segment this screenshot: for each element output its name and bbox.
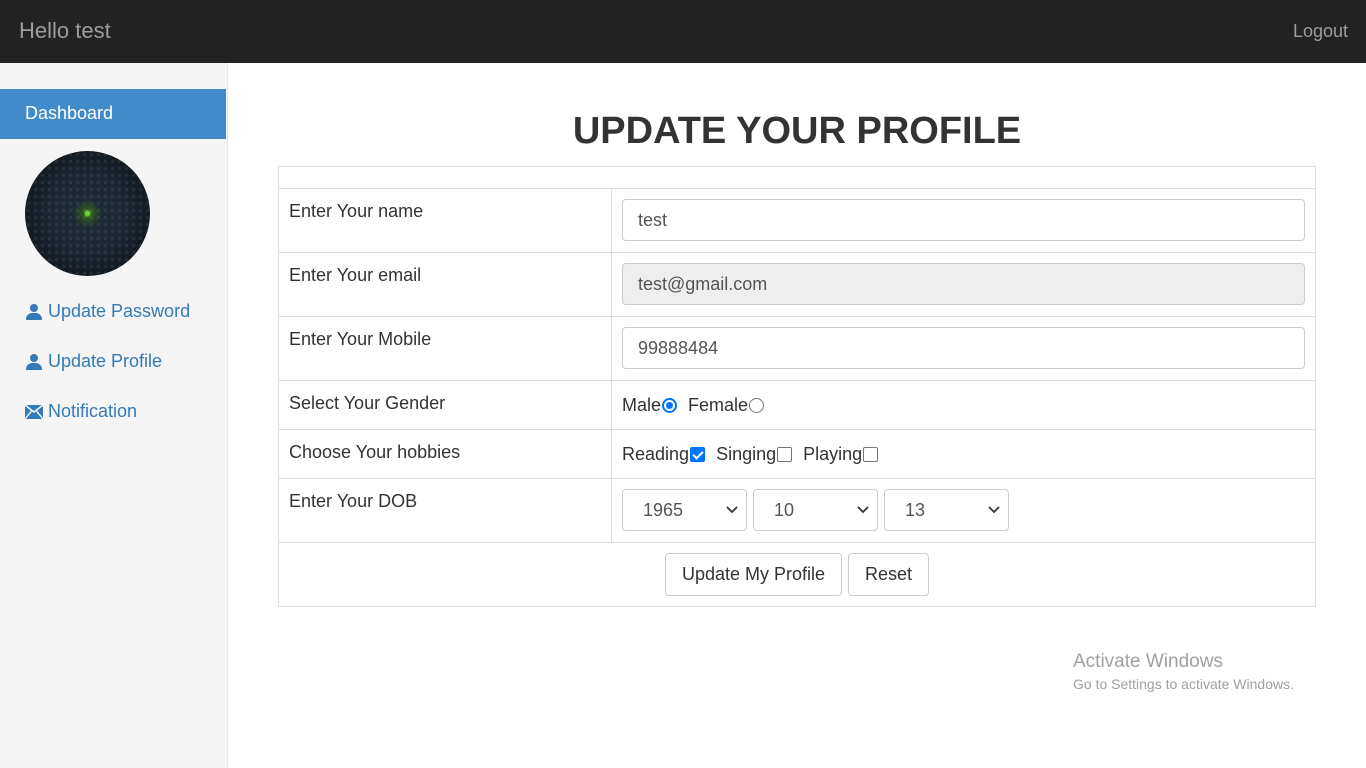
playing-checkbox[interactable] xyxy=(863,447,879,462)
gender-option-label: Female xyxy=(688,395,749,415)
table-header-row xyxy=(279,167,1315,188)
sidebar-item-update-profile[interactable]: Update Profile xyxy=(25,351,162,372)
table-row: Enter Your name xyxy=(279,188,1315,252)
hobby-option-label: Playing xyxy=(803,444,863,464)
page-title: UPDATE YOUR PROFILE xyxy=(572,110,1022,152)
dob-month-value: 10 xyxy=(774,499,795,520)
mobile-label: Enter Your Mobile xyxy=(279,317,612,380)
dob-day-value: 13 xyxy=(905,499,926,520)
hobby-option-reading[interactable]: Reading xyxy=(622,444,706,465)
email-cell xyxy=(612,253,1315,316)
hobbies-cell: Reading Singing Playing xyxy=(612,430,1315,478)
sidebar-item-update-password[interactable]: Update Password xyxy=(25,301,190,322)
activate-windows-watermark: Activate Windows Go to Settings to activ… xyxy=(1073,651,1294,692)
singing-checkbox[interactable] xyxy=(777,447,793,462)
name-cell xyxy=(612,189,1315,252)
reading-checkbox[interactable] xyxy=(690,447,706,462)
watermark-title: Activate Windows xyxy=(1073,651,1223,672)
mobile-cell xyxy=(612,317,1315,380)
table-row: Enter Your DOB 1965 10 13 xyxy=(279,478,1315,542)
table-row: Choose Your hobbies Reading Singing Play… xyxy=(279,429,1315,478)
watermark-subtitle: Go to Settings to activate Windows. xyxy=(1073,676,1294,692)
table-row: Select Your Gender Male Female xyxy=(279,380,1315,429)
sidebar-item-label: Notification xyxy=(48,401,138,421)
sidebar-item-notification[interactable]: Notification xyxy=(25,401,137,422)
chevron-down-icon xyxy=(857,506,869,514)
top-navbar: Hello test Logout xyxy=(0,0,1366,63)
name-input[interactable] xyxy=(622,199,1305,241)
sidebar-item-dashboard[interactable]: Dashboard xyxy=(0,89,226,139)
gender-cell: Male Female xyxy=(612,381,1315,429)
logout-link[interactable]: Logout xyxy=(1293,21,1348,42)
gender-label: Select Your Gender xyxy=(279,381,612,429)
male-radio[interactable] xyxy=(662,398,678,413)
dob-year-select[interactable]: 1965 xyxy=(622,489,747,531)
sidebar-item-label: Update Password xyxy=(48,301,191,321)
hobbies-label: Choose Your hobbies xyxy=(279,430,612,478)
email-label: Enter Your email xyxy=(279,253,612,316)
hobby-option-label: Reading xyxy=(622,444,690,464)
dob-cell: 1965 10 13 xyxy=(612,479,1315,542)
gender-option-label: Male xyxy=(622,395,662,415)
table-row: Enter Your Mobile xyxy=(279,316,1315,380)
profile-form-table: Enter Your name Enter Your email Enter Y… xyxy=(278,166,1316,607)
gender-option-female[interactable]: Female xyxy=(688,395,765,416)
dob-year-value: 1965 xyxy=(643,499,684,520)
reset-button[interactable]: Reset xyxy=(848,553,930,596)
chevron-down-icon xyxy=(726,506,738,514)
form-actions-row: Update My Profile Reset xyxy=(279,542,1315,606)
hobby-option-singing[interactable]: Singing xyxy=(716,444,793,465)
hobby-option-label: Singing xyxy=(716,444,777,464)
mobile-input[interactable] xyxy=(622,327,1305,369)
dob-day-select[interactable]: 13 xyxy=(884,489,1010,531)
dob-label: Enter Your DOB xyxy=(279,479,612,542)
user-icon xyxy=(25,353,43,371)
table-row: Enter Your email xyxy=(279,252,1315,316)
hobby-option-playing[interactable]: Playing xyxy=(803,444,879,465)
avatar xyxy=(25,151,150,276)
sidebar-item-label: Update Profile xyxy=(48,351,163,371)
name-label: Enter Your name xyxy=(279,189,612,252)
email-input[interactable] xyxy=(622,263,1305,305)
envelope-icon xyxy=(25,403,43,421)
update-profile-button[interactable]: Update My Profile xyxy=(664,553,843,596)
user-icon xyxy=(25,303,43,321)
dob-month-select[interactable]: 10 xyxy=(753,489,879,531)
navbar-brand[interactable]: Hello test xyxy=(19,18,111,44)
gender-option-male[interactable]: Male xyxy=(622,395,678,416)
chevron-down-icon xyxy=(988,506,1000,514)
sidebar: Dashboard Update Password Update Profile… xyxy=(0,63,228,768)
female-radio[interactable] xyxy=(749,398,765,413)
